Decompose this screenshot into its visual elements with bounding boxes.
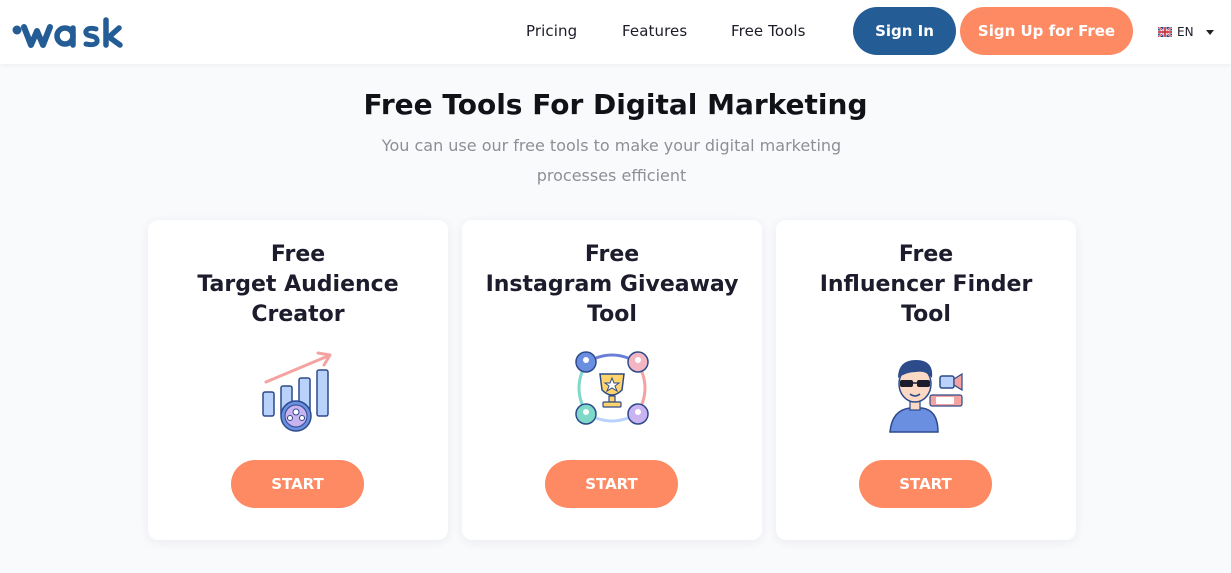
card-title-line: Free [898,242,954,267]
card-title-line: Influencer Finder [819,272,1033,297]
card-title-line: Creator [251,302,345,327]
tool-card-instagram-giveaway: Free Instagram Giveaway Tool START [462,220,762,540]
tool-card-influencer-finder: Free Influencer Finder Tool START [776,220,1076,540]
audience-chart-icon [262,351,332,432]
nav-features[interactable]: Features [622,22,687,40]
wask-logo[interactable] [12,14,134,50]
card-title: Free Instagram Giveaway Tool [462,240,762,330]
top-navigation-bar: Pricing Features Free Tools Sign In Sign… [0,0,1231,64]
chevron-down-icon [1205,29,1214,35]
influencer-icon [889,360,963,433]
start-button[interactable]: START [859,460,992,508]
page-title: Free Tools For Digital Marketing [363,88,868,121]
page-subtitle: You can use our free tools to make your … [381,136,842,185]
giveaway-trophy-icon [575,351,649,425]
nav-free-tools[interactable]: Free Tools [731,22,806,40]
card-title-line: Target Audience [197,272,399,297]
sign-up-button[interactable]: Sign Up for Free [960,7,1133,55]
card-title-line: Free [270,242,326,267]
card-title: Free Influencer Finder Tool [776,240,1076,330]
language-label: EN [1177,25,1194,39]
language-selector[interactable]: EN [1158,23,1214,41]
nav-pricing[interactable]: Pricing [526,22,577,40]
start-button[interactable]: START [231,460,364,508]
card-title-line: Tool [901,302,951,327]
card-title-line: Instagram Giveaway [485,272,739,297]
start-button[interactable]: START [545,460,678,508]
card-title-line: Tool [587,302,637,327]
card-title-line: Free [584,242,640,267]
card-title: Free Target Audience Creator [148,240,448,330]
uk-flag-icon [1158,27,1172,37]
sign-in-button[interactable]: Sign In [853,7,956,55]
tool-card-target-audience: Free Target Audience Creator START [148,220,448,540]
